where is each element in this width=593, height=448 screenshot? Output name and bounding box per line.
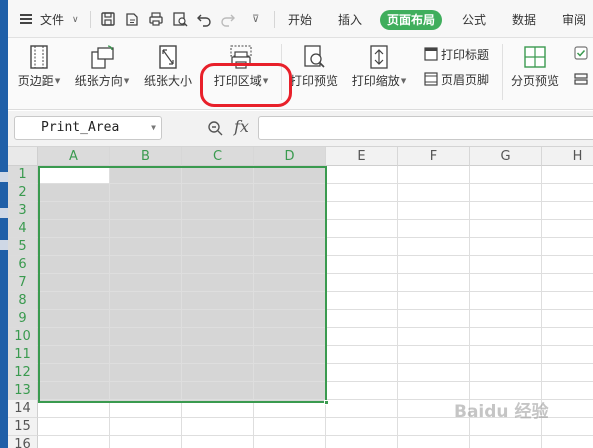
- row-header-15[interactable]: 15: [8, 418, 38, 436]
- print-scale-icon: [370, 45, 388, 69]
- orientation-label: 纸张方向: [74, 74, 123, 88]
- column-header-f[interactable]: F: [398, 147, 470, 166]
- watermark: Baidu 经验: [454, 402, 549, 422]
- tab-review[interactable]: 审阅: [562, 10, 586, 30]
- file-dropdown-icon[interactable]: ∨: [72, 10, 79, 30]
- print-preview-button[interactable]: 打印预览: [288, 38, 340, 108]
- row-header-6[interactable]: 6: [8, 256, 38, 274]
- ribbon: 页边距▼ 纸张方向▼ 纸张大小 打印区域▼ 打印预览 打印缩放▼ 打印标题 页眉…: [8, 38, 593, 110]
- paper-size-button[interactable]: 纸张大小: [142, 38, 194, 108]
- row-header-11[interactable]: 11: [8, 346, 38, 364]
- paper-size-label: 纸张大小: [143, 74, 192, 88]
- tab-insert[interactable]: 插入: [338, 10, 362, 30]
- divider: [274, 11, 275, 28]
- export-pdf-icon[interactable]: [124, 11, 140, 27]
- redo-icon[interactable]: [220, 11, 236, 27]
- selection-border: [38, 166, 327, 403]
- print-titles-label: 打印标题: [441, 48, 490, 62]
- column-header-c[interactable]: C: [182, 147, 254, 166]
- row-header-16[interactable]: 16: [8, 436, 38, 448]
- page-break-preview-label: 分页预览: [510, 74, 559, 88]
- margins-button[interactable]: 页边距▼: [14, 38, 64, 108]
- dropdown-icon: ▼: [54, 77, 61, 85]
- highlight-circle: [200, 63, 292, 107]
- tab-formulas[interactable]: 公式: [462, 10, 486, 30]
- menu-bar: 文件 ∨ ⊽ 开始 插入 页面布局 公式 数据 审阅: [8, 0, 593, 38]
- print-titles-icon: [424, 47, 438, 61]
- desktop-icon: [0, 240, 8, 250]
- column-header-g[interactable]: G: [470, 147, 542, 166]
- column-header-d[interactable]: D: [254, 147, 326, 166]
- print-icon[interactable]: [148, 11, 164, 27]
- column-header-a[interactable]: A: [38, 147, 110, 166]
- chevron-down-icon[interactable]: ▼: [151, 117, 156, 139]
- column-header-h[interactable]: H: [542, 147, 593, 166]
- dropdown-icon: ▼: [123, 77, 130, 85]
- row-header-3[interactable]: 3: [8, 202, 38, 220]
- header-footer-icon: [424, 72, 438, 86]
- print-scale-label: 打印缩放: [351, 74, 400, 88]
- name-box[interactable]: Print_Area ▼: [14, 116, 162, 140]
- fill-handle[interactable]: [324, 400, 329, 405]
- desktop-icon: [0, 208, 8, 218]
- row-header-14[interactable]: 14: [8, 400, 38, 418]
- print-scale-button[interactable]: 打印缩放▼: [348, 38, 410, 108]
- formula-bar: Print_Area ▼ fx: [8, 111, 593, 147]
- zoom-icon[interactable]: [207, 120, 223, 136]
- header-footer-label: 页眉页脚: [441, 73, 490, 87]
- name-box-value: Print_Area: [41, 120, 120, 135]
- formula-input[interactable]: [258, 116, 593, 140]
- tab-home[interactable]: 开始: [288, 10, 312, 30]
- menu-icon[interactable]: [20, 14, 32, 24]
- print-preview-icon: [304, 45, 325, 68]
- margins-icon: [30, 45, 48, 69]
- dropdown-icon: ▼: [400, 77, 407, 85]
- row-header-8[interactable]: 8: [8, 292, 38, 310]
- checkbox-icon[interactable]: [574, 46, 588, 60]
- spreadsheet-window: 文件 ∨ ⊽ 开始 插入 页面布局 公式 数据 审阅 页边距▼ 纸张方向▼ 纸张…: [8, 0, 593, 448]
- row-header-2[interactable]: 2: [8, 184, 38, 202]
- divider: [90, 11, 91, 28]
- row-header-1[interactable]: 1: [8, 166, 38, 184]
- margins-label: 页边距: [17, 74, 54, 88]
- divider: [502, 44, 503, 100]
- desktop-strip: [0, 0, 8, 448]
- print-preview-quick-icon[interactable]: [172, 11, 188, 27]
- tab-data[interactable]: 数据: [512, 10, 536, 30]
- column-header-e[interactable]: E: [326, 147, 398, 166]
- save-icon[interactable]: [100, 11, 116, 27]
- orientation-button[interactable]: 纸张方向▼: [70, 38, 134, 108]
- row-header-7[interactable]: 7: [8, 274, 38, 292]
- desktop-icon: [0, 172, 8, 182]
- print-preview-label: 打印预览: [289, 74, 338, 88]
- fx-icon[interactable]: fx: [234, 117, 249, 136]
- orientation-icon: [91, 45, 114, 69]
- row-header-12[interactable]: 12: [8, 364, 38, 382]
- gridline: [397, 166, 398, 448]
- column-header-b[interactable]: B: [110, 147, 182, 166]
- page-break-preview-icon: [524, 46, 546, 68]
- row-header-10[interactable]: 10: [8, 328, 38, 346]
- file-menu[interactable]: 文件: [40, 10, 64, 30]
- header-footer-button[interactable]: 页眉页脚: [424, 71, 489, 89]
- customize-toolbar-icon[interactable]: ⊽: [252, 10, 259, 30]
- undo-icon[interactable]: [196, 11, 212, 27]
- select-all-corner[interactable]: [8, 147, 38, 166]
- paper-size-icon: [159, 45, 177, 69]
- row-header-13[interactable]: 13: [8, 382, 38, 400]
- row-header-9[interactable]: 9: [8, 310, 38, 328]
- layout-icon[interactable]: [574, 72, 588, 86]
- gridline: [38, 435, 593, 436]
- print-titles-button[interactable]: 打印标题: [424, 46, 489, 64]
- row-header-5[interactable]: 5: [8, 238, 38, 256]
- row-header-4[interactable]: 4: [8, 220, 38, 238]
- tab-page-layout[interactable]: 页面布局: [380, 10, 443, 30]
- page-break-preview-button[interactable]: 分页预览: [508, 38, 562, 108]
